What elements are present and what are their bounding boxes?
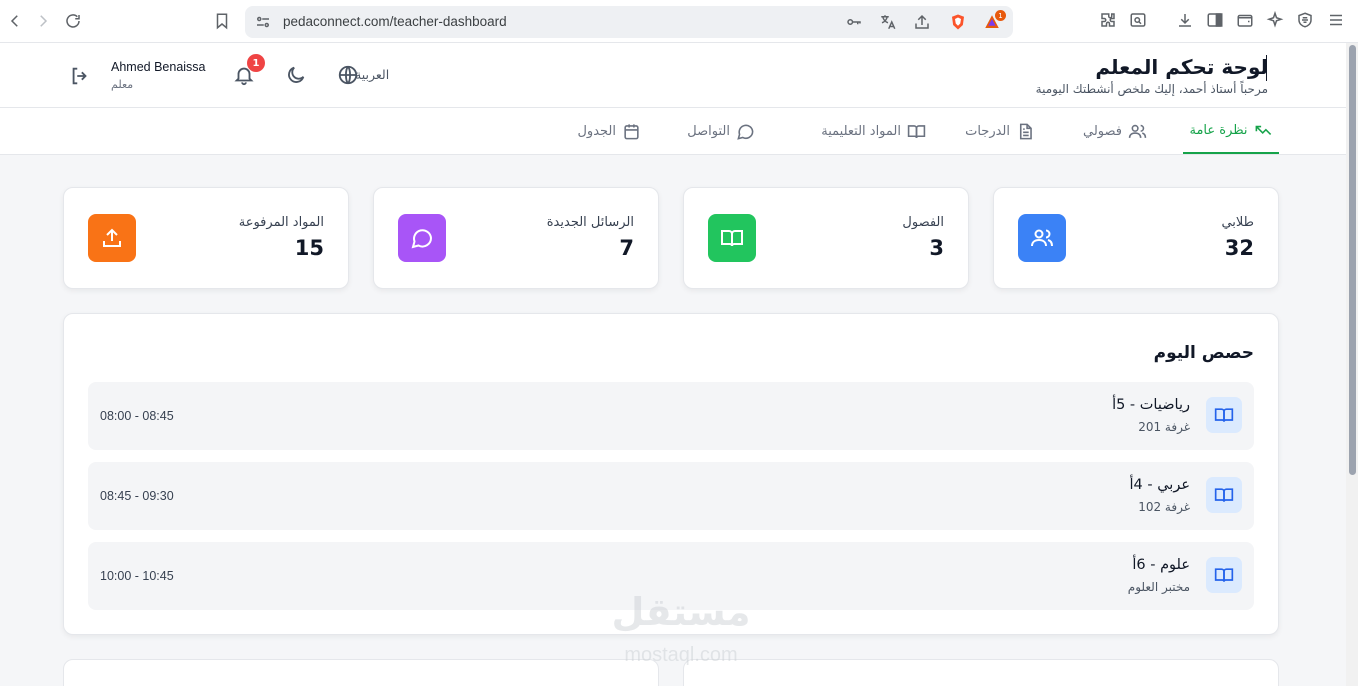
- sidebar-icon[interactable]: [1206, 11, 1224, 29]
- file-text-icon: [1019, 123, 1032, 139]
- wallet-icon[interactable]: [1236, 11, 1254, 29]
- download-icon[interactable]: [1176, 11, 1194, 29]
- book-open-icon: [1206, 477, 1242, 513]
- tab-schedule[interactable]: الجدول: [577, 108, 641, 154]
- class-name: عربي - 4أ: [1129, 477, 1191, 493]
- text-caret: [1266, 55, 1267, 81]
- stat-value: 32: [1224, 236, 1254, 260]
- page-subtitle: مرحباً أستاذ أحمد، إليك ملخص أنشطتك اليو…: [1035, 82, 1268, 96]
- tab-label: التواصل: [687, 123, 730, 139]
- tab-label: الدرجات: [965, 123, 1010, 139]
- book-open-icon: [1206, 397, 1242, 433]
- watermark-url: mostaql.com: [624, 644, 738, 666]
- key-icon[interactable]: [845, 13, 863, 31]
- book-open-icon: [1206, 557, 1242, 593]
- user-role: معلم: [111, 78, 134, 91]
- class-time: 10:00 - 10:45: [100, 569, 174, 583]
- app-header: لوحة تحكم المعلم مرحباً أستاذ أحمد، إليك…: [0, 43, 1346, 108]
- brave-shield-icon[interactable]: [949, 13, 967, 31]
- class-room: غرفة 201: [1138, 420, 1190, 434]
- moon-icon[interactable]: [285, 64, 307, 86]
- class-name: رياضيات - 5أ: [1112, 397, 1190, 413]
- logout-icon[interactable]: [69, 65, 91, 87]
- class-row[interactable]: عربي - 4أ غرفة 102 08:45 - 09:30: [88, 462, 1254, 530]
- class-name: علوم - 6أ: [1132, 557, 1190, 573]
- trending-up-icon: [1255, 125, 1271, 135]
- forward-icon[interactable]: [32, 10, 54, 32]
- reload-icon[interactable]: [62, 10, 84, 32]
- calendar-icon: [624, 123, 639, 139]
- stat-label: المواد المرفوعة: [238, 215, 324, 230]
- stat-label: الرسائل الجديدة: [546, 215, 634, 230]
- vpn-icon[interactable]: [1296, 11, 1314, 29]
- upload-icon: [88, 214, 136, 262]
- extensions-icon[interactable]: [1099, 11, 1117, 29]
- share-icon[interactable]: [913, 13, 931, 31]
- browser-toolbar: pedaconnect.com/teacher-dashboard 1: [0, 0, 1358, 43]
- stat-value: 3: [929, 236, 944, 260]
- url-text[interactable]: pedaconnect.com/teacher-dashboard: [283, 14, 507, 29]
- class-time: 08:00 - 08:45: [100, 409, 174, 423]
- stat-card-students[interactable]: طلابي 32: [993, 187, 1279, 289]
- book-open-icon: [708, 214, 756, 262]
- stat-value: 7: [619, 236, 634, 260]
- stat-card-messages[interactable]: الرسائل الجديدة 7: [373, 187, 659, 289]
- users-icon: [1128, 124, 1147, 138]
- reader-mode-icon[interactable]: [1129, 11, 1147, 29]
- tab-materials[interactable]: المواد التعليمية: [821, 108, 926, 154]
- class-row[interactable]: رياضيات - 5أ غرفة 201 08:00 - 08:45: [88, 382, 1254, 450]
- stat-card-uploads[interactable]: المواد المرفوعة 15: [63, 187, 349, 289]
- rewards-badge: 1: [995, 10, 1006, 21]
- users-icon: [1018, 214, 1066, 262]
- tab-my-classes[interactable]: فصولي: [1083, 108, 1147, 154]
- class-room: غرفة 102: [1138, 500, 1190, 514]
- dashboard-tabs: نظرة عامة فصولي الدرجات المواد التعليمية…: [0, 108, 1346, 155]
- message-circle-icon: [737, 124, 754, 140]
- tab-label: الجدول: [577, 123, 616, 139]
- tab-label: المواد التعليمية: [821, 123, 901, 139]
- language-label: العربية: [355, 67, 390, 82]
- tab-grades[interactable]: الدرجات: [965, 108, 1035, 154]
- today-classes-card: حصص اليوم رياضيات - 5أ غرفة 201 08:00 - …: [63, 313, 1279, 635]
- menu-icon[interactable]: [1327, 11, 1345, 29]
- bottom-card-left: [63, 659, 659, 686]
- language-switcher[interactable]: العربية: [337, 63, 393, 87]
- translate-icon[interactable]: [879, 13, 897, 31]
- notification-badge: 1: [247, 54, 265, 72]
- tab-label: فصولي: [1083, 123, 1122, 139]
- class-time: 08:45 - 09:30: [100, 489, 174, 503]
- book-open-icon: [907, 124, 926, 138]
- bottom-card-right: [683, 659, 1279, 686]
- bookmark-icon[interactable]: [211, 10, 233, 32]
- user-name: Ahmed Benaissa: [111, 60, 206, 74]
- message-circle-icon: [398, 214, 446, 262]
- section-title: حصص اليوم: [1153, 343, 1254, 363]
- stat-label: الفصول: [902, 215, 944, 230]
- watermark-logo: مستقل mostaql.com: [596, 590, 766, 670]
- stat-card-classes[interactable]: الفصول 3: [683, 187, 969, 289]
- tab-overview[interactable]: نظرة عامة: [1183, 108, 1279, 154]
- stat-value: 15: [294, 236, 324, 260]
- class-room: مختبر العلوم: [1127, 580, 1190, 594]
- back-icon[interactable]: [4, 10, 26, 32]
- tab-label: نظرة عامة: [1189, 122, 1248, 138]
- watermark-main: مستقل: [611, 590, 751, 634]
- leo-ai-icon[interactable]: [1266, 11, 1284, 29]
- address-bar[interactable]: pedaconnect.com/teacher-dashboard: [245, 6, 1013, 38]
- stat-label: طلابي: [1221, 215, 1254, 230]
- page-title: لوحة تحكم المعلم: [1095, 55, 1268, 79]
- scrollbar-thumb[interactable]: [1349, 45, 1356, 475]
- site-settings-icon[interactable]: [254, 13, 272, 31]
- tab-communication[interactable]: التواصل: [687, 108, 755, 154]
